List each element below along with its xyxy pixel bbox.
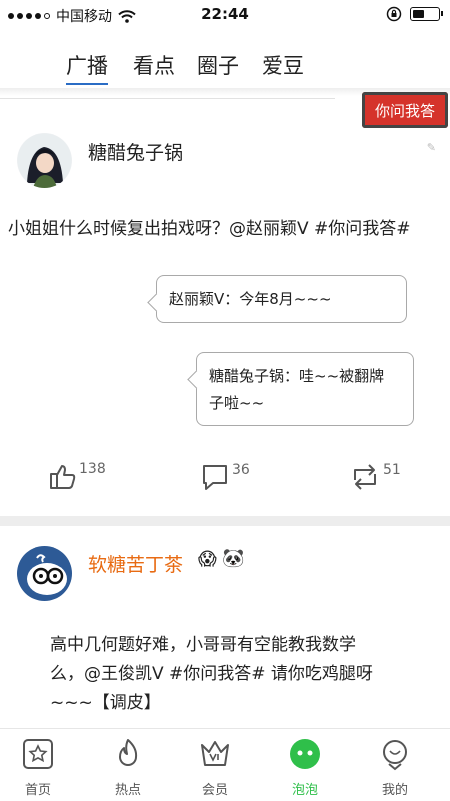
nav-bubble[interactable]: 泡泡 <box>270 729 340 801</box>
reply-bubble: 赵丽颖V：今年8月~~~ <box>156 275 407 323</box>
top-tab-bar: 广播 看点 圈子 爱豆 <box>0 36 450 88</box>
panda-icon: 🐼 <box>222 548 245 569</box>
emoji-face-icon: 😱 <box>198 549 217 570</box>
battery-icon <box>410 7 443 21</box>
thumbs-up-icon <box>50 465 76 489</box>
edit-icon: ✎ <box>426 141 436 154</box>
reply-text-line: 糖醋兔子锅：哇~~被翻牌 <box>209 367 385 385</box>
repost-icon <box>354 464 376 490</box>
comment-count: 36 <box>232 462 250 478</box>
nav-label: 会员 <box>201 783 228 798</box>
anime-avatar-icon <box>17 133 72 188</box>
repost-button[interactable]: 51 <box>349 462 401 492</box>
profile-icon <box>383 740 407 771</box>
tab-highlights[interactable]: 看点 <box>133 50 175 80</box>
nav-label: 热点 <box>114 783 141 798</box>
star-icon <box>23 739 53 769</box>
post-content: 小姐姐什么时候复出拍戏呀？@赵丽颖V #你问我答# <box>8 219 411 239</box>
post-content-line: ~~~【调皮】 <box>50 693 161 713</box>
like-button[interactable]: 138 <box>47 461 106 491</box>
ask-answer-button[interactable]: 你问我答 <box>362 92 448 128</box>
avatar[interactable] <box>17 546 72 601</box>
reply-bubble: 糖醋兔子锅：哇~~被翻牌 子啦~~ <box>196 352 414 426</box>
clock: 22:44 <box>201 5 249 23</box>
status-right <box>386 6 443 22</box>
tab-broadcast[interactable]: 广播 <box>66 50 108 85</box>
comment-button[interactable]: 36 <box>200 462 250 492</box>
nav-label: 首页 <box>24 783 51 798</box>
nav-vip[interactable]: 会员 <box>180 729 250 801</box>
post-separator <box>0 516 450 526</box>
vip-crown-icon <box>201 741 229 766</box>
divider <box>0 98 335 99</box>
comment-icon <box>203 465 227 490</box>
post-author[interactable]: 软糖苦丁茶 <box>88 550 183 577</box>
nav-home[interactable]: 首页 <box>3 729 73 801</box>
reply-text-line: 子啦~~ <box>209 394 265 412</box>
avatar[interactable] <box>17 133 72 188</box>
post-author[interactable]: 糖醋兔子锅 <box>88 138 183 165</box>
repost-count: 51 <box>383 462 401 478</box>
tab-circles[interactable]: 圈子 <box>197 50 239 80</box>
nav-profile[interactable]: 我的 <box>360 729 430 801</box>
cartoon-avatar-icon <box>17 546 72 601</box>
bubble-icon <box>290 739 320 769</box>
status-bar: 中国移动 22:44 <box>0 0 450 30</box>
tab-idols[interactable]: 爱豆 <box>262 50 304 80</box>
rotation-lock-icon <box>386 6 402 22</box>
like-count: 138 <box>79 461 106 477</box>
post-content-line: 高中几何题好难，小哥哥有空能教我数学 <box>50 635 356 655</box>
post-content-line: 么，@王俊凯V #你问我答# 请你吃鸡腿呀 <box>50 664 373 684</box>
nav-trending[interactable]: 热点 <box>93 729 163 801</box>
flame-icon <box>119 739 138 766</box>
post-content: 高中几何题好难，小哥哥有空能教我数学 么，@王俊凯V #你问我答# 请你吃鸡腿呀… <box>50 631 435 718</box>
nav-label: 泡泡 <box>291 783 318 798</box>
reply-text: 赵丽颖V：今年8月~~~ <box>169 290 332 308</box>
bottom-nav: 首页 热点 会员 泡泡 我的 <box>0 728 450 801</box>
nav-label: 我的 <box>381 783 408 798</box>
